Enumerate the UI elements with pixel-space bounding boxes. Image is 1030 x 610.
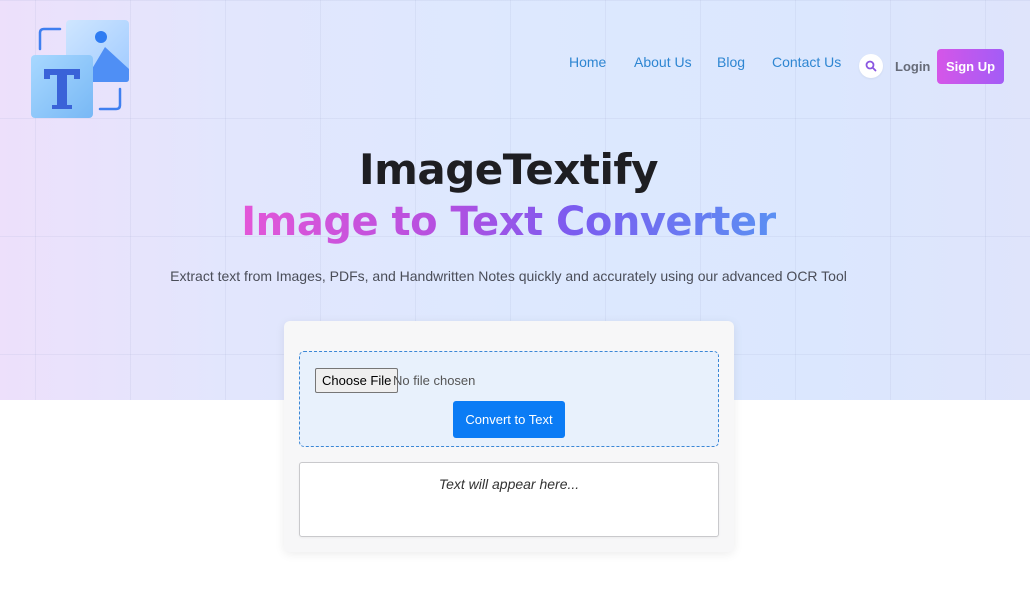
page-subtitle-text: Image to Text Converter	[241, 199, 776, 245]
nav-link-about-us[interactable]: About Us	[634, 54, 692, 70]
page: Home About Us Blog Contact Us Login Sign…	[0, 0, 1030, 610]
sign-up-button[interactable]: Sign Up	[937, 49, 1004, 84]
file-status-text: No file chosen	[393, 373, 476, 388]
search-button[interactable]	[859, 54, 883, 78]
converter-card: Choose File No file chosen Convert to Te…	[284, 321, 734, 552]
page-title: ImageTextify	[358, 145, 659, 194]
convert-to-text-button[interactable]: Convert to Text	[453, 401, 565, 438]
text-output-box[interactable]: Text will appear here...	[299, 462, 719, 537]
output-placeholder: Text will appear here...	[438, 476, 580, 492]
nav-link-blog[interactable]: Blog	[717, 54, 745, 70]
login-button[interactable]: Login	[895, 60, 930, 74]
search-icon	[865, 60, 877, 72]
choose-file-button[interactable]: Choose File	[315, 368, 399, 393]
nav-link-home[interactable]: Home	[569, 54, 606, 70]
hero-tagline: Extract text from Images, PDFs, and Hand…	[170, 268, 847, 284]
file-dropzone[interactable]: Choose File No file chosen Convert to Te…	[299, 351, 719, 447]
page-subtitle: Image to Text Converter	[0, 198, 1017, 246]
nav-link-contact-us[interactable]: Contact Us	[772, 54, 841, 70]
